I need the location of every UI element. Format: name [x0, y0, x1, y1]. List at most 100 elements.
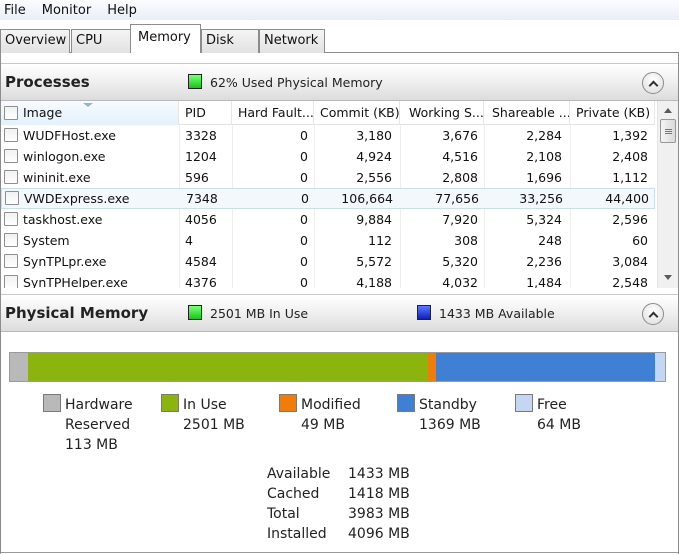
row-checkbox[interactable] — [4, 212, 18, 226]
row-checkbox[interactable] — [4, 275, 18, 288]
stat-installed-value: 4096 MB — [348, 526, 410, 542]
column-header-private[interactable]: Private (KB) — [570, 101, 655, 125]
column-header-working-set[interactable]: Working S... — [400, 101, 484, 125]
cell-commit: 2,556 — [356, 170, 392, 185]
table-row[interactable]: wininit.exe 596 0 2,556 2,808 1,696 1,112 — [1, 167, 655, 188]
cell-working-set: 3,676 — [442, 128, 478, 143]
tab-overview[interactable]: Overview — [0, 29, 70, 53]
cell-hard-faults: 0 — [300, 233, 308, 248]
collapse-physical-memory-button[interactable] — [642, 303, 664, 325]
select-all-checkbox[interactable] — [4, 106, 18, 120]
physical-memory-title: Physical Memory — [5, 304, 149, 322]
cell-image: wininit.exe — [23, 170, 91, 185]
menu-monitor[interactable]: Monitor — [42, 3, 91, 18]
legend-swatch — [161, 394, 179, 412]
chevron-up-icon — [648, 80, 658, 90]
cell-commit: 3,180 — [356, 128, 392, 143]
bar-segment-hardware — [10, 353, 29, 381]
in-use-text: 2501 MB In Use — [210, 306, 309, 321]
cell-image: WUDFHost.exe — [23, 128, 116, 143]
legend-value: 113 MB — [65, 437, 118, 453]
cell-commit: 106,664 — [341, 191, 393, 206]
cell-private: 1,392 — [612, 128, 648, 143]
cell-working-set: 308 — [454, 233, 478, 248]
cell-private: 44,400 — [605, 191, 649, 206]
grip-line — [665, 133, 672, 134]
collapse-processes-button[interactable] — [642, 72, 664, 94]
menu-help[interactable]: Help — [107, 3, 137, 18]
scroll-down-arrow-icon[interactable] — [664, 275, 672, 280]
scroll-up-arrow-icon[interactable] — [664, 108, 672, 113]
tab-cpu[interactable]: CPU — [71, 29, 131, 53]
tab-network[interactable]: Network — [259, 29, 325, 53]
cell-hard-faults: 0 — [300, 128, 308, 143]
cell-pid: 4584 — [185, 254, 217, 269]
stat-total-value: 3983 MB — [348, 506, 410, 522]
cell-private: 60 — [632, 233, 648, 248]
legend-swatch — [279, 394, 297, 412]
table-row[interactable]: WUDFHost.exe 3328 0 3,180 3,676 2,284 1,392 — [1, 125, 655, 146]
available-icon — [417, 305, 431, 320]
stat-cached-value: 1418 MB — [348, 486, 410, 502]
column-header-hard-faults[interactable]: Hard Fault... — [232, 101, 314, 125]
row-checkbox[interactable] — [5, 191, 19, 205]
tab-memory[interactable]: Memory — [130, 24, 201, 54]
cell-hard-faults: 0 — [300, 149, 308, 164]
legend-value: 49 MB — [301, 417, 345, 433]
row-checkbox[interactable] — [4, 254, 18, 268]
row-checkbox[interactable] — [4, 128, 18, 142]
cell-shareable: 248 — [538, 233, 562, 248]
cell-private: 2,548 — [612, 275, 648, 288]
bottom-border — [1, 552, 678, 553]
column-header-image[interactable]: Image — [1, 101, 179, 125]
used-physical-memory-text: 62% Used Physical Memory — [210, 75, 383, 90]
physical-memory-header[interactable]: Physical Memory 2501 MB In Use 1433 MB A… — [1, 294, 678, 332]
tab-disk[interactable]: Disk — [201, 29, 259, 53]
legend-swatch — [397, 394, 415, 412]
scrollbar-thumb[interactable] — [660, 119, 676, 143]
cell-hard-faults: 0 — [300, 212, 308, 227]
column-header-pid[interactable]: PID — [179, 101, 232, 125]
cell-commit: 4,188 — [356, 275, 392, 288]
row-checkbox[interactable] — [4, 149, 18, 163]
cell-private: 3,084 — [612, 254, 648, 269]
processes-header[interactable]: Processes 62% Used Physical Memory — [1, 63, 678, 101]
table-row[interactable]: VWDExpress.exe 7348 0 106,664 77,656 33,256 44… — [1, 188, 655, 209]
column-header-commit[interactable]: Commit (KB) — [314, 101, 400, 125]
legend-swatch — [515, 394, 533, 412]
cell-working-set: 5,320 — [442, 254, 478, 269]
stat-available-value: 1433 MB — [348, 466, 410, 482]
cell-image: System — [23, 233, 70, 248]
cell-pid: 1204 — [185, 149, 217, 164]
cell-image: VWDExpress.exe — [24, 191, 130, 206]
cell-hard-faults: 0 — [300, 170, 308, 185]
row-checkbox[interactable] — [4, 233, 18, 247]
cell-image: SynTPLpr.exe — [23, 254, 107, 269]
menu-bar: File Monitor Help — [0, 0, 679, 20]
tab-bar: Overview CPU Memory Disk Network — [0, 20, 679, 54]
bar-segment-free — [654, 353, 665, 381]
table-row[interactable]: SynTPLpr.exe 4584 0 5,572 5,320 2,236 3,084 — [1, 251, 655, 272]
cell-shareable: 2,284 — [526, 128, 562, 143]
cell-shareable: 2,108 — [526, 149, 562, 164]
column-header-shareable[interactable]: Shareable ... — [484, 101, 570, 125]
legend-label: Hardware — [65, 397, 133, 413]
available-text: 1433 MB Available — [439, 306, 555, 321]
in-use-icon — [188, 305, 202, 320]
legend-label-line2: Reserved — [65, 417, 131, 433]
cell-private: 2,408 — [612, 149, 648, 164]
table-row[interactable]: SynTPHelper.exe 4376 0 4,188 4,032 1,484 2,548 — [1, 272, 655, 288]
table-row[interactable]: winlogon.exe 1204 0 4,924 4,516 2,108 2,408 — [1, 146, 655, 167]
legend-swatch — [43, 394, 61, 412]
processes-title: Processes — [5, 73, 90, 91]
vertical-scrollbar[interactable] — [657, 101, 678, 288]
menu-file[interactable]: File — [4, 3, 26, 18]
cell-shareable: 1,484 — [526, 275, 562, 288]
process-table: Image PID Hard Fault... Commit (KB) Work… — [1, 101, 678, 288]
table-row[interactable]: System 4 0 112 308 248 60 — [1, 230, 655, 251]
row-checkbox[interactable] — [4, 170, 18, 184]
legend-label: Standby — [419, 397, 477, 413]
table-row[interactable]: taskhost.exe 4056 0 9,884 7,920 5,324 2,596 — [1, 209, 655, 230]
cell-pid: 4056 — [185, 212, 217, 227]
cell-commit: 5,572 — [356, 254, 392, 269]
